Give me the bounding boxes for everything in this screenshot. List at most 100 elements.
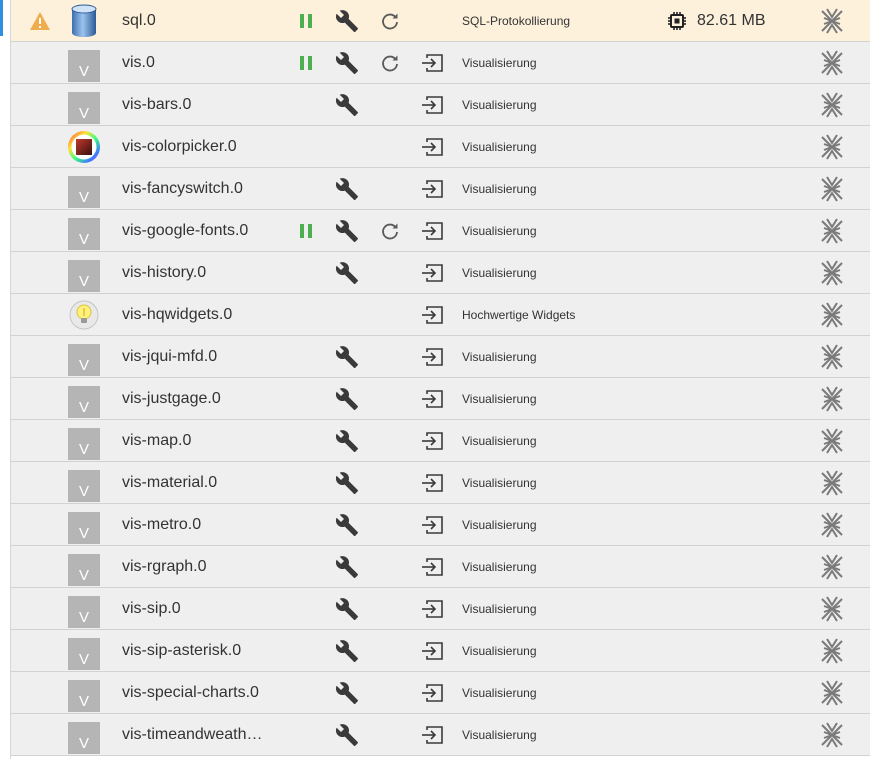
delete-button[interactable] bbox=[818, 378, 846, 419]
instance-row[interactable]: Vvis-justgage.0 Visualisierung bbox=[11, 378, 870, 420]
delete-button[interactable] bbox=[818, 672, 846, 713]
open-link-icon[interactable] bbox=[420, 599, 444, 619]
instance-row[interactable]: Vvis-timeandweath… Visualisierung bbox=[11, 714, 870, 756]
delete-button[interactable] bbox=[818, 168, 846, 209]
settings-button[interactable] bbox=[335, 0, 359, 41]
delete-icon[interactable] bbox=[819, 217, 845, 244]
instance-row[interactable]: vis-colorpicker.0 Visualisierung bbox=[11, 126, 870, 168]
instance-row[interactable]: Vvis-map.0 Visualisierung bbox=[11, 420, 870, 462]
open-link-icon[interactable] bbox=[420, 683, 444, 703]
wrench-icon[interactable] bbox=[335, 261, 359, 285]
restart-icon[interactable] bbox=[380, 53, 400, 73]
instance-row[interactable]: Vvis-metro.0 Visualisierung bbox=[11, 504, 870, 546]
delete-icon[interactable] bbox=[819, 7, 845, 34]
delete-icon[interactable] bbox=[819, 91, 845, 118]
settings-button[interactable] bbox=[335, 714, 359, 755]
instance-row[interactable]: vis-hqwidgets.0 Hochwertige Widgets bbox=[11, 294, 870, 336]
delete-button[interactable] bbox=[818, 336, 846, 377]
open-link-button[interactable] bbox=[420, 714, 444, 755]
open-link-button[interactable] bbox=[420, 210, 444, 251]
restart-button[interactable] bbox=[380, 210, 400, 251]
open-link-icon[interactable] bbox=[420, 557, 444, 577]
open-link-icon[interactable] bbox=[420, 641, 444, 661]
delete-icon[interactable] bbox=[819, 637, 845, 664]
wrench-icon[interactable] bbox=[335, 471, 359, 495]
delete-icon[interactable] bbox=[819, 721, 845, 748]
restart-icon[interactable] bbox=[380, 221, 400, 241]
open-link-button[interactable] bbox=[420, 294, 444, 335]
open-link-icon[interactable] bbox=[420, 725, 444, 745]
open-link-icon[interactable] bbox=[420, 305, 444, 325]
delete-icon[interactable] bbox=[819, 259, 845, 286]
instance-row[interactable]: Vvis-material.0 Visualisierung bbox=[11, 462, 870, 504]
wrench-icon[interactable] bbox=[335, 597, 359, 621]
delete-icon[interactable] bbox=[819, 301, 845, 328]
pause-icon[interactable] bbox=[299, 223, 313, 239]
open-link-icon[interactable] bbox=[420, 389, 444, 409]
wrench-icon[interactable] bbox=[335, 177, 359, 201]
delete-icon[interactable] bbox=[819, 385, 845, 412]
open-link-button[interactable] bbox=[420, 546, 444, 587]
instance-row[interactable]: Vvis-fancyswitch.0 Visualisierung bbox=[11, 168, 870, 210]
delete-button[interactable] bbox=[818, 462, 846, 503]
delete-icon[interactable] bbox=[819, 595, 845, 622]
settings-button[interactable] bbox=[335, 252, 359, 293]
wrench-icon[interactable] bbox=[335, 219, 359, 243]
delete-button[interactable] bbox=[818, 630, 846, 671]
open-link-icon[interactable] bbox=[420, 347, 444, 367]
wrench-icon[interactable] bbox=[335, 9, 359, 33]
delete-button[interactable] bbox=[818, 42, 846, 83]
delete-icon[interactable] bbox=[819, 343, 845, 370]
instance-row[interactable]: Vvis-google-fonts.0 Visualisierung bbox=[11, 210, 870, 252]
delete-button[interactable] bbox=[818, 126, 846, 167]
settings-button[interactable] bbox=[335, 168, 359, 209]
instance-row[interactable]: Vvis-special-charts.0 Visualisierung bbox=[11, 672, 870, 714]
wrench-icon[interactable] bbox=[335, 723, 359, 747]
delete-icon[interactable] bbox=[819, 679, 845, 706]
delete-button[interactable] bbox=[818, 546, 846, 587]
delete-icon[interactable] bbox=[819, 175, 845, 202]
settings-button[interactable] bbox=[335, 336, 359, 377]
open-link-icon[interactable] bbox=[420, 473, 444, 493]
delete-button[interactable] bbox=[818, 714, 846, 755]
delete-button[interactable] bbox=[818, 588, 846, 629]
delete-button[interactable] bbox=[818, 294, 846, 335]
settings-button[interactable] bbox=[335, 588, 359, 629]
open-link-icon[interactable] bbox=[420, 53, 444, 73]
restart-icon[interactable] bbox=[380, 11, 400, 31]
delete-button[interactable] bbox=[818, 84, 846, 125]
delete-icon[interactable] bbox=[819, 133, 845, 160]
open-link-icon[interactable] bbox=[420, 263, 444, 283]
open-link-icon[interactable] bbox=[420, 431, 444, 451]
delete-button[interactable] bbox=[818, 420, 846, 461]
open-link-icon[interactable] bbox=[420, 515, 444, 535]
settings-button[interactable] bbox=[335, 84, 359, 125]
delete-icon[interactable] bbox=[819, 553, 845, 580]
settings-button[interactable] bbox=[335, 504, 359, 545]
pause-icon[interactable] bbox=[299, 13, 313, 29]
delete-button[interactable] bbox=[818, 210, 846, 251]
delete-button[interactable] bbox=[818, 252, 846, 293]
settings-button[interactable] bbox=[335, 546, 359, 587]
instance-row[interactable]: Vvis-rgraph.0 Visualisierung bbox=[11, 546, 870, 588]
instance-row[interactable]: Vvis-bars.0 Visualisierung bbox=[11, 84, 870, 126]
open-link-button[interactable] bbox=[420, 630, 444, 671]
instance-row[interactable]: sql.0 SQL-Protokollierung 82.61 MB bbox=[11, 0, 870, 42]
wrench-icon[interactable] bbox=[335, 429, 359, 453]
wrench-icon[interactable] bbox=[335, 681, 359, 705]
instance-row[interactable]: Vvis-sip.0 Visualisierung bbox=[11, 588, 870, 630]
wrench-icon[interactable] bbox=[335, 513, 359, 537]
delete-icon[interactable] bbox=[819, 49, 845, 76]
settings-button[interactable] bbox=[335, 462, 359, 503]
open-link-icon[interactable] bbox=[420, 179, 444, 199]
open-link-button[interactable] bbox=[420, 126, 444, 167]
open-link-button[interactable] bbox=[420, 336, 444, 377]
settings-button[interactable] bbox=[335, 378, 359, 419]
delete-icon[interactable] bbox=[819, 427, 845, 454]
wrench-icon[interactable] bbox=[335, 51, 359, 75]
open-link-button[interactable] bbox=[420, 378, 444, 419]
settings-button[interactable] bbox=[335, 420, 359, 461]
wrench-icon[interactable] bbox=[335, 345, 359, 369]
open-link-icon[interactable] bbox=[420, 221, 444, 241]
open-link-button[interactable] bbox=[420, 504, 444, 545]
